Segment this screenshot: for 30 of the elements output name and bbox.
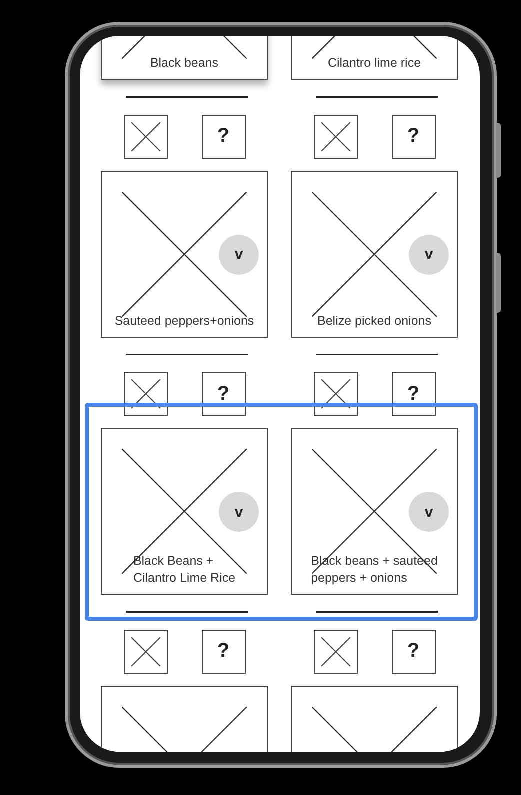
help-button[interactable]: ?: [202, 372, 246, 416]
help-button[interactable]: ?: [392, 372, 436, 416]
variant-badge[interactable]: v: [219, 492, 259, 532]
item-card[interactable]: v Belize picked onions: [291, 170, 458, 338]
image-placeholder-icon: [312, 449, 437, 574]
item-label: Black Beans + Cilantro Lime Rice: [133, 553, 236, 587]
image-placeholder-button[interactable]: [124, 372, 168, 416]
help-button[interactable]: ?: [392, 630, 436, 674]
image-placeholder-icon: [122, 449, 247, 574]
item-card[interactable]: v Black Beans + Cilantro Lime Rice: [101, 428, 268, 595]
image-placeholder-icon: [312, 192, 437, 316]
image-placeholder-button[interactable]: [314, 372, 358, 416]
item-label: Sauteed peppers+onions: [114, 312, 254, 330]
help-button[interactable]: ?: [202, 114, 246, 158]
variant-badge[interactable]: v: [409, 492, 449, 532]
image-placeholder-button[interactable]: [124, 630, 168, 674]
help-button[interactable]: ?: [392, 114, 436, 158]
help-button[interactable]: ?: [202, 630, 246, 674]
item-card[interactable]: Black beans: [101, 36, 268, 80]
item-card[interactable]: v Sauteed peppers+onions: [101, 170, 268, 338]
image-placeholder-button[interactable]: [314, 114, 358, 158]
item-label: Black beans: [150, 55, 219, 72]
item-label: Cilantro lime rice: [328, 55, 422, 72]
image-placeholder-icon: [122, 192, 247, 316]
image-placeholder-button[interactable]: [124, 114, 168, 158]
item-label: Belize picked onions: [318, 312, 432, 330]
item-card[interactable]: Cilantro lime rice: [291, 36, 458, 80]
variant-badge[interactable]: v: [219, 234, 259, 274]
image-placeholder-button[interactable]: [314, 630, 358, 674]
variant-badge[interactable]: v: [409, 234, 449, 274]
